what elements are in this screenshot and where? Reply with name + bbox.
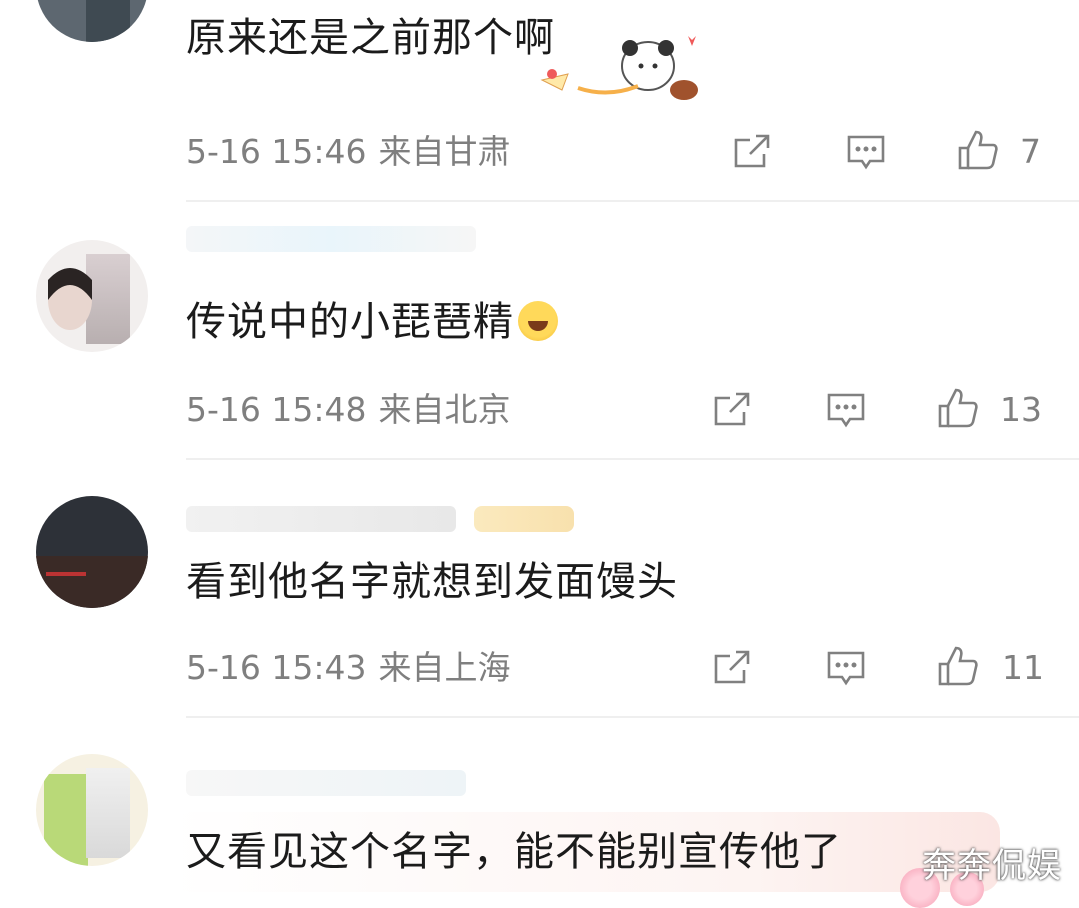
username-blurred <box>186 770 466 796</box>
username-blurred <box>186 506 456 532</box>
like-count: 13 <box>1000 390 1042 429</box>
comment-text-content: 传说中的小琵琶精 <box>186 299 514 345</box>
comment-text: 看到他名字就想到发面馒头 <box>186 559 678 605</box>
comment-icon <box>827 393 865 428</box>
comment-text: 原来还是之前那个啊 <box>186 15 555 61</box>
avatar-face <box>48 268 92 330</box>
share-button[interactable] <box>710 388 754 432</box>
divider <box>186 716 1079 718</box>
avatar[interactable] <box>36 754 148 866</box>
share-icon <box>734 134 770 168</box>
reply-button[interactable] <box>844 130 888 174</box>
panda-sticker <box>540 36 698 100</box>
like-count: 7 <box>1020 132 1041 171</box>
share-icon <box>714 650 750 684</box>
reply-button[interactable] <box>824 388 868 432</box>
comment-time: 5-16 15:43 <box>186 648 367 687</box>
share-icon <box>714 392 750 426</box>
comment-text: 传说中的小琵琶精 <box>186 298 558 346</box>
like-button[interactable] <box>956 128 1000 172</box>
like-button[interactable] <box>936 644 980 688</box>
watermark: 奔奔侃娱 <box>922 846 1062 886</box>
like-icon <box>958 130 998 170</box>
divider <box>186 200 1079 202</box>
avatar[interactable] <box>36 496 148 608</box>
avatar[interactable] <box>36 240 148 352</box>
comment-icon <box>827 651 865 686</box>
comment-time: 5-16 15:48 <box>186 390 367 429</box>
comment-location: 来自北京 <box>378 390 511 429</box>
member-badge-blurred <box>474 506 574 532</box>
comment-icon <box>847 135 885 170</box>
divider <box>186 458 1079 460</box>
like-icon <box>938 388 978 428</box>
like-icon <box>938 646 978 686</box>
comment-location: 来自甘肃 <box>378 132 511 171</box>
comment-time: 5-16 15:46 <box>186 132 367 171</box>
comment-meta: 5-16 15:46 来自甘肃 <box>186 132 511 172</box>
comment-text: 又看见这个名字，能不能别宣传他了 <box>186 829 842 875</box>
laughing-crying-emoji-icon <box>518 301 558 341</box>
avatar[interactable] <box>36 0 148 42</box>
share-button[interactable] <box>710 646 754 690</box>
like-button[interactable] <box>936 386 980 430</box>
comment-meta: 5-16 15:43 来自上海 <box>186 648 511 688</box>
reply-button[interactable] <box>824 646 868 690</box>
comment-location: 来自上海 <box>378 648 511 687</box>
like-count: 11 <box>1002 648 1044 687</box>
share-button[interactable] <box>730 130 774 174</box>
username-blurred <box>186 226 476 252</box>
comment-meta: 5-16 15:48 来自北京 <box>186 390 511 430</box>
